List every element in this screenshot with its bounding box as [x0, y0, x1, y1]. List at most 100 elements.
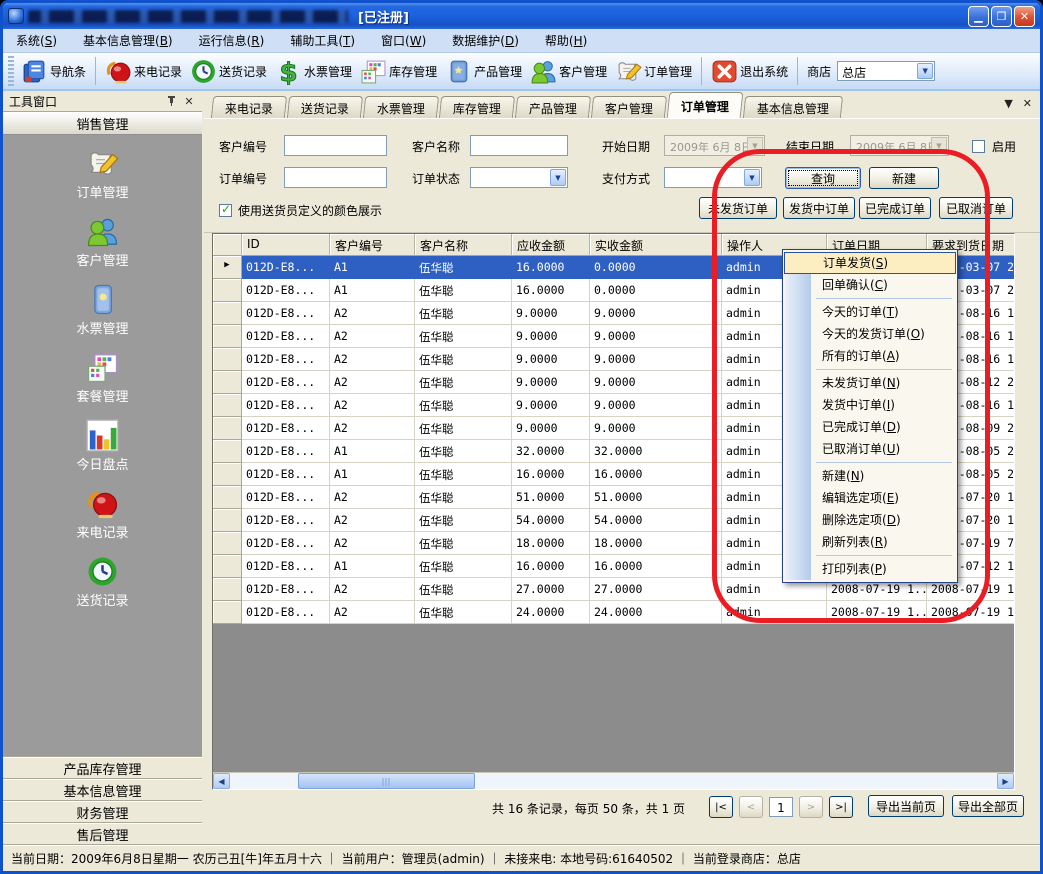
scrollbar-track[interactable]	[230, 773, 997, 789]
last-page-button[interactable]: >|	[829, 796, 853, 818]
sidebar-group-1[interactable]: 基本信息管理	[3, 779, 202, 801]
toolbar-navigator-button[interactable]: 导航条	[17, 58, 90, 85]
row-selector[interactable]	[213, 325, 242, 348]
context-menu-item-15[interactable]: 刷新列表(R)	[784, 531, 956, 553]
sidebar-item-ticket-card[interactable]: 水票管理	[76, 283, 128, 337]
enable-date-checkbox[interactable]	[972, 140, 985, 153]
sidebar-group-sales[interactable]: 销售管理	[3, 112, 202, 135]
sidebar-group-3[interactable]: 售后管理	[3, 823, 202, 845]
menu-item-4[interactable]: 窗口(W)	[368, 32, 439, 49]
close-icon[interactable]: ✕	[182, 94, 196, 108]
context-menu-item-5[interactable]: 所有的订单(A)	[784, 345, 956, 367]
toolbar-exit-button[interactable]: 退出系统	[707, 58, 792, 85]
context-menu-item-17[interactable]: 打印列表(P)	[784, 558, 956, 580]
row-selector[interactable]	[213, 578, 242, 601]
row-selector[interactable]	[213, 555, 242, 578]
context-menu-item-13[interactable]: 编辑选定项(E)	[784, 487, 956, 509]
start-date-picker[interactable]: 2009年 6月 8日 ▼	[664, 135, 765, 156]
sidebar-item-delivery-clock[interactable]: 送货记录	[76, 555, 128, 609]
scroll-right-icon[interactable]: ▶	[997, 773, 1014, 789]
row-selector[interactable]	[213, 348, 242, 371]
toolbar-order-scroll-button[interactable]: 订单管理	[611, 58, 696, 85]
shop-select[interactable]: 总店 ▼	[837, 61, 935, 81]
tab-close-icon[interactable]: ✕	[1023, 97, 1032, 110]
menu-item-6[interactable]: 帮助(H)	[532, 32, 600, 49]
pin-icon[interactable]	[164, 94, 178, 108]
context-menu-item-7[interactable]: 未发货订单(N)	[784, 372, 956, 394]
table-row[interactable]: 012D-E8...A2伍华聪24.000024.0000admin2008-0…	[213, 601, 1014, 624]
row-selector[interactable]	[213, 532, 242, 555]
column-header-2[interactable]: 客户名称	[415, 234, 512, 256]
toolbar-product-book-button[interactable]: 产品管理	[441, 58, 526, 85]
toolbar-dollar-button[interactable]: $水票管理	[271, 58, 356, 85]
toolbar-customers-button[interactable]: 客户管理	[526, 58, 611, 85]
column-header-4[interactable]: 实收金额	[590, 234, 722, 256]
tab-0[interactable]: 来电记录	[211, 96, 287, 118]
tab-5[interactable]: 客户管理	[591, 96, 667, 118]
close-button[interactable]: ✕	[1014, 6, 1035, 27]
tab-2[interactable]: 水票管理	[363, 96, 439, 118]
export-current-page-button[interactable]: 导出当前页	[868, 795, 944, 817]
sidebar-item-call-bell[interactable]: 来电记录	[76, 487, 128, 541]
sidebar-item-package-calendar[interactable]: 套餐管理	[76, 351, 128, 405]
chevron-down-icon[interactable]: ▼	[917, 63, 933, 79]
row-selector[interactable]	[213, 279, 242, 302]
column-header-0[interactable]: ID	[242, 234, 330, 256]
toolbar-call-bell-button[interactable]: 来电记录	[101, 58, 186, 85]
menu-item-1[interactable]: 基本信息管理(B)	[70, 32, 186, 49]
context-menu-item-3[interactable]: 今天的订单(T)	[784, 301, 956, 323]
page-number-field[interactable]: 1	[769, 797, 793, 817]
next-page-button[interactable]: >	[799, 796, 823, 818]
toolbar-inventory-calendar-button[interactable]: 库存管理	[356, 58, 441, 85]
chevron-down-icon[interactable]: ▼	[744, 169, 760, 186]
menu-item-5[interactable]: 数据维护(D)	[439, 32, 532, 49]
sidebar-item-barchart[interactable]: 今日盘点	[76, 419, 128, 473]
tab-7[interactable]: 基本信息管理	[743, 96, 843, 118]
menu-item-2[interactable]: 运行信息(R)	[186, 32, 278, 49]
end-date-picker[interactable]: 2009年 6月 8日 ▼	[850, 135, 949, 156]
sidebar-item-customers[interactable]: 客户管理	[76, 215, 128, 269]
query-button[interactable]: 查询	[785, 167, 861, 189]
row-selector[interactable]	[213, 486, 242, 509]
column-header-1[interactable]: 客户编号	[330, 234, 415, 256]
row-selector[interactable]	[213, 440, 242, 463]
status-filter-button-3[interactable]: 已取消订单	[939, 197, 1013, 219]
toolbar-grip[interactable]	[8, 56, 14, 86]
row-selector[interactable]	[213, 509, 242, 532]
first-page-button[interactable]: |<	[709, 796, 733, 818]
courier-color-checkbox[interactable]	[219, 204, 232, 217]
tab-3[interactable]: 库存管理	[439, 96, 515, 118]
pay-method-select[interactable]: ▼	[664, 167, 762, 188]
row-selector[interactable]	[213, 417, 242, 440]
row-selector[interactable]	[213, 463, 242, 486]
toolbar-delivery-clock-button[interactable]: 送货记录	[186, 58, 271, 85]
context-menu-item-10[interactable]: 已取消订单(U)	[784, 438, 956, 460]
context-menu-item-8[interactable]: 发货中订单(I)	[784, 394, 956, 416]
scrollbar-thumb[interactable]	[298, 773, 475, 789]
new-button[interactable]: 新建	[869, 167, 939, 189]
maximize-button[interactable]: ❐	[991, 6, 1012, 27]
sidebar-item-order-scroll[interactable]: 订单管理	[76, 147, 128, 201]
sidebar-group-2[interactable]: 财务管理	[3, 801, 202, 823]
row-selector[interactable]: ▶	[213, 256, 242, 279]
row-selector[interactable]	[213, 371, 242, 394]
tab-1[interactable]: 送货记录	[287, 96, 363, 118]
chevron-down-icon[interactable]: ▼	[550, 169, 566, 186]
customer-name-input[interactable]	[470, 135, 568, 156]
row-selector[interactable]	[213, 302, 242, 325]
column-header-3[interactable]: 应收金额	[512, 234, 590, 256]
status-filter-button-1[interactable]: 发货中订单	[783, 197, 855, 219]
sidebar-group-0[interactable]: 产品库存管理	[3, 757, 202, 779]
context-menu-item-9[interactable]: 已完成订单(D)	[784, 416, 956, 438]
order-code-input[interactable]	[284, 167, 387, 188]
prev-page-button[interactable]: <	[739, 796, 763, 818]
tab-4[interactable]: 产品管理	[515, 96, 591, 118]
context-menu-item-1[interactable]: 回单确认(C)	[784, 274, 956, 296]
scroll-left-icon[interactable]: ◀	[213, 773, 230, 789]
tab-6[interactable]: 订单管理	[667, 92, 744, 118]
context-menu-item-4[interactable]: 今天的发货订单(O)	[784, 323, 956, 345]
context-menu-item-12[interactable]: 新建(N)	[784, 465, 956, 487]
status-filter-button-2[interactable]: 已完成订单	[859, 197, 931, 219]
status-filter-button-0[interactable]: 未发货订单	[699, 197, 777, 219]
tab-list-dropdown-icon[interactable]: ▼	[1004, 97, 1012, 110]
